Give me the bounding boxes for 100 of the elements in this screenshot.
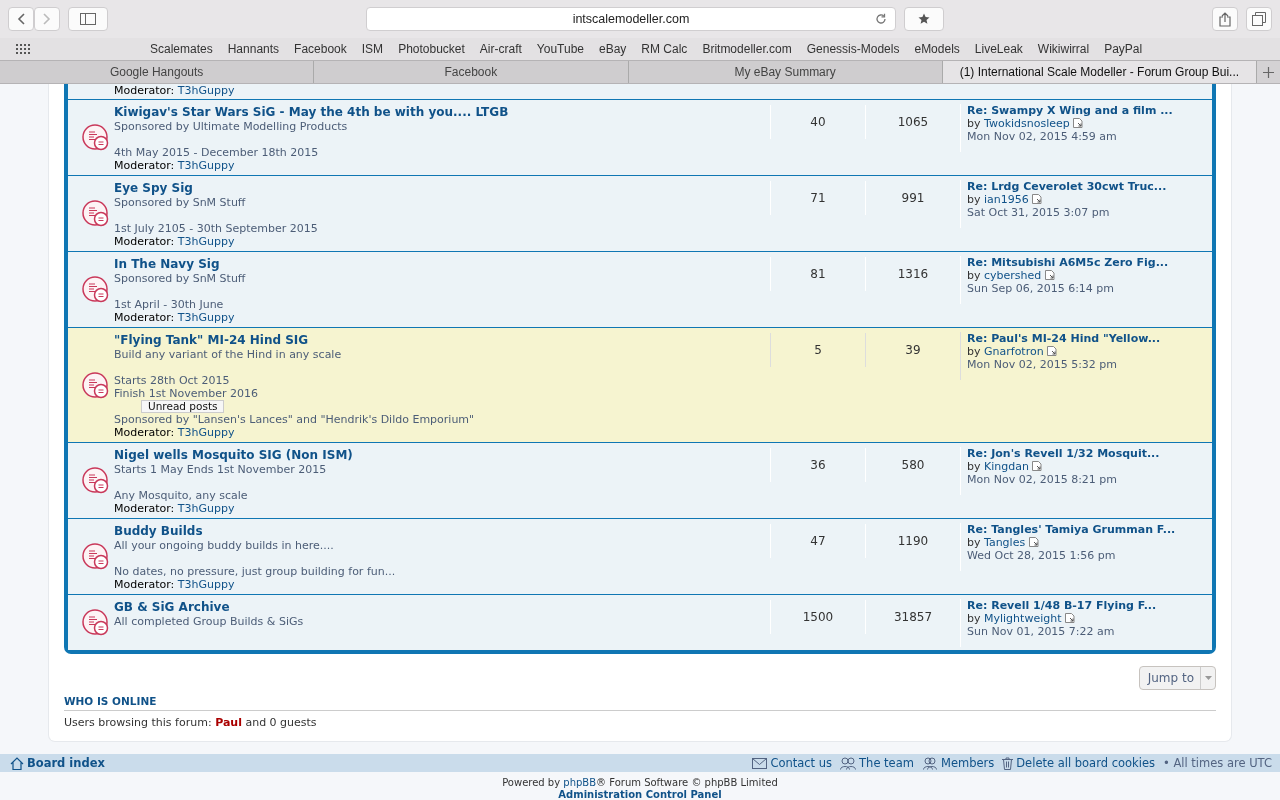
- jump-to-dropdown[interactable]: Jump to: [1138, 666, 1216, 690]
- forum-row[interactable]: Eye Spy Sig Sponsored by SnM Stuff 1st July 2105 - 30th September 2015 Moderator: T3hGuppy 71 991 Re: Lrdg Ceverolet 30cwt Truc... by ian1956 Sat Oct 31, 2015 3:07 pm: [68, 176, 1212, 251]
- forum-row[interactable]: GB & SiG Archive All completed Group Builds & SiGs 1500 31857 Re: Revell 1/48 B-17 Flying F... by Mylightweight Sun Nov 01, 2015 7:22 am: [68, 595, 1212, 650]
- forum-title[interactable]: Nigel wells Mosquito SIG (Non ISM): [114, 447, 770, 463]
- moderator-line: Moderator: T3hGuppy: [114, 311, 236, 324]
- last-post-title[interactable]: Re: Tangles' Tamiya Grumman F...: [967, 523, 1206, 536]
- admin-panel-link[interactable]: Administration Control Panel: [558, 789, 722, 800]
- bookmark-link[interactable]: ISM: [361, 42, 384, 56]
- tabs-button[interactable]: [1246, 7, 1272, 31]
- forum-icon: [82, 371, 110, 400]
- forum-icon: [82, 276, 110, 304]
- moderator-line: Moderator: T3hGuppy: [114, 235, 236, 248]
- last-post-title[interactable]: Re: Paul's MI-24 Hind "Yellow...: [967, 332, 1206, 345]
- view-post-icon[interactable]: [1028, 537, 1039, 547]
- last-post-title[interactable]: Re: Lrdg Ceverolet 30cwt Truc...: [967, 180, 1206, 193]
- forum-row[interactable]: [68, 519, 1212, 594]
- browser-tab[interactable]: Facebook: [314, 61, 629, 83]
- moderator-line: Moderator: T3hGuppy: [114, 426, 236, 439]
- share-button[interactable]: [1212, 7, 1238, 31]
- forum-row[interactable]: [68, 100, 1212, 175]
- by-label: by: [967, 612, 981, 625]
- bookmark-link[interactable]: Photobucket: [398, 42, 465, 56]
- footer-link[interactable]: Contact us: [752, 756, 833, 770]
- author-link[interactable]: Twokidsnosleep: [984, 117, 1070, 130]
- bookmark-link[interactable]: PayPal: [1104, 42, 1143, 56]
- plus-icon: [1263, 66, 1274, 78]
- bookmark-link[interactable]: Air-craft: [479, 42, 522, 56]
- forum-title[interactable]: In The Navy Sig: [114, 256, 770, 272]
- footer-link[interactable]: The team: [840, 756, 914, 770]
- phpbb-link[interactable]: phpBB: [563, 777, 597, 788]
- forum-description: All completed Group Builds & SiGs: [114, 615, 305, 628]
- bookmark-link[interactable]: Britmodeller.com: [702, 42, 792, 56]
- view-post-icon[interactable]: [1032, 461, 1043, 471]
- sidebar-button[interactable]: [68, 7, 108, 31]
- footer-link[interactable]: Delete all board cookies: [1002, 756, 1155, 770]
- bookmark-link[interactable]: LiveLeak: [974, 42, 1023, 56]
- bookmark-link[interactable]: eBay: [599, 42, 627, 56]
- forum-row[interactable]: In The Navy Sig Sponsored by SnM Stuff 1st April - 30th June Moderator: T3hGuppy 81 1316 Re: Mitsubishi A6M5c Zero Fig... by cybershed Sun Sep 06, 2015 6:14 pm: [68, 252, 1212, 327]
- posts-count: 1190: [897, 534, 929, 548]
- new-tab-button[interactable]: [1257, 61, 1280, 83]
- bookmark-link[interactable]: Genessis-Models: [806, 42, 900, 56]
- moderator-line: Moderator: T3hGuppy: [114, 578, 236, 591]
- forum-description: Finish 1st November 2016: [114, 387, 260, 400]
- forum-icon: [82, 200, 110, 228]
- last-post-date: Sun Sep 06, 2015 6:14 pm: [967, 282, 1116, 295]
- forum-row[interactable]: [68, 328, 1212, 442]
- last-post-title[interactable]: Re: Jon's Revell 1/32 Mosquit...: [967, 447, 1206, 460]
- moderator-line: Moderator: T3hGuppy: [114, 84, 236, 97]
- forum-title[interactable]: GB & SiG Archive: [114, 599, 770, 615]
- view-post-icon[interactable]: [1047, 346, 1058, 356]
- view-post-icon[interactable]: [1044, 270, 1055, 280]
- bookmark-button[interactable]: [904, 7, 944, 31]
- browser-tab[interactable]: Google Hangouts: [0, 61, 315, 83]
- browser-tab[interactable]: (1) International Scale Modeller - Forum Group Bui...: [942, 61, 1257, 83]
- forum-row[interactable]: Nigel wells Mosquito SIG (Non ISM) Starts 1 May Ends 1st November 2015 Any Mosquito, any scale Moderator: T3hGuppy 36 580 Re: Jon's Revell 1/32 Mosquit... by Kingdan Mon Nov 02, 2015 8:21 pm: [68, 443, 1212, 518]
- forum-title[interactable]: Eye Spy Sig: [114, 180, 770, 196]
- forum-description: Starts 1 May Ends 1st November 2015: [114, 463, 328, 476]
- bookmark-link[interactable]: Wikiwirral: [1037, 42, 1090, 56]
- last-post-date: Sat Oct 31, 2015 3:07 pm: [967, 206, 1111, 219]
- online-users-text: Users browsing this forum: Paul and 0 guests: [64, 716, 318, 729]
- view-post-icon[interactable]: [1064, 613, 1075, 623]
- author-link[interactable]: ian1956: [984, 193, 1029, 206]
- envelope-icon: [752, 757, 768, 769]
- posts-count: 1316: [897, 267, 929, 281]
- grid-icon[interactable]: [16, 44, 30, 54]
- forward-icon: [43, 13, 51, 25]
- forum-title[interactable]: "Flying Tank" MI-24 Hind SIG: [114, 332, 770, 348]
- bookmark-link[interactable]: RM Calc: [641, 42, 688, 56]
- footer-link[interactable]: Members: [921, 756, 995, 770]
- forum-description: Sponsored by SnM Stuff: [114, 196, 247, 209]
- bookmark-link[interactable]: Scalemates: [150, 42, 213, 56]
- forum-title[interactable]: Kiwigav's Star Wars SiG - May the 4th be with you.... LTGB: [114, 104, 770, 120]
- bookmark-link[interactable]: Facebook: [294, 42, 347, 56]
- last-post-title[interactable]: Re: Swampy X Wing and a film ...: [967, 104, 1206, 117]
- author-link[interactable]: Kingdan: [984, 460, 1029, 473]
- share-icon: [1219, 11, 1231, 27]
- author-link[interactable]: Mylightweight: [984, 612, 1062, 625]
- forum-description: Build any variant of the Hind in any scale: [114, 348, 343, 361]
- forum-title[interactable]: Buddy Builds: [114, 523, 770, 539]
- author-link[interactable]: cybershed: [984, 269, 1042, 282]
- topics-count: 71: [810, 191, 826, 205]
- caret-icon: [1204, 676, 1212, 680]
- forum-description: Sponsored by "Lansen's Lances" and "Hendrik's Dildo Emporium": [114, 413, 476, 426]
- bookmark-link[interactable]: Hannants: [227, 42, 280, 56]
- by-label: by: [967, 460, 981, 473]
- view-post-icon[interactable]: [1032, 194, 1043, 204]
- forum-description: Sponsored by SnM Stuff: [114, 272, 247, 285]
- bookmark-link[interactable]: eModels: [914, 42, 960, 56]
- address-bar[interactable]: intscalemodeller.com: [366, 7, 896, 31]
- view-post-icon[interactable]: [1073, 118, 1084, 128]
- author-link[interactable]: Gnarfotron: [984, 345, 1044, 358]
- author-link[interactable]: Tangles: [984, 536, 1026, 549]
- bookmark-link[interactable]: YouTube: [536, 42, 584, 56]
- browser-tab[interactable]: My eBay Summary: [628, 61, 943, 83]
- reload-icon[interactable]: [875, 13, 887, 25]
- back-button[interactable]: [8, 7, 34, 31]
- last-post-title[interactable]: Re: Revell 1/48 B-17 Flying F...: [967, 599, 1206, 612]
- last-post-title[interactable]: Re: Mitsubishi A6M5c Zero Fig...: [967, 256, 1206, 269]
- board-index-link[interactable]: Board index: [10, 756, 105, 770]
- forum-description: 1st July 2105 - 30th September 2015: [114, 222, 319, 235]
